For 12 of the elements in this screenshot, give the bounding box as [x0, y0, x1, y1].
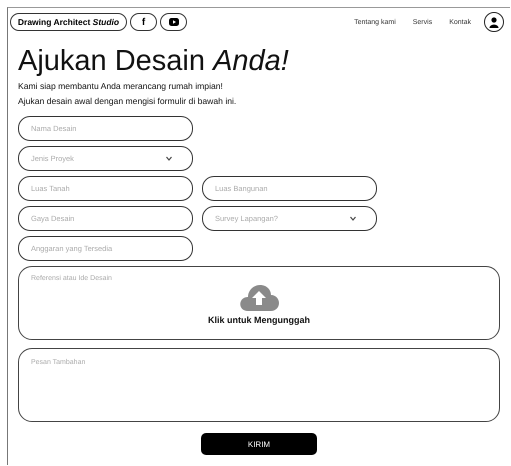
video-link[interactable]: [160, 13, 187, 31]
chevron-down-icon: [166, 156, 172, 161]
page-title: Ajukan Desain Anda!: [18, 44, 290, 78]
chevron-down-icon: [350, 216, 356, 221]
brand-logo-link[interactable]: Drawing Architect Studio: [10, 13, 127, 31]
play-icon: [168, 18, 178, 26]
cloud-upload-icon: [239, 285, 279, 311]
intro-text: Ajukan desain awal dengan mengisi formulir di bawah ini.: [18, 96, 238, 106]
intro-text: Kami siap membantu Anda merancang rumah impian!: [18, 81, 224, 91]
submit-button[interactable]: KIRIM: [201, 433, 317, 455]
facebook-link[interactable]: f: [130, 13, 157, 31]
user-icon[interactable]: [484, 12, 504, 32]
